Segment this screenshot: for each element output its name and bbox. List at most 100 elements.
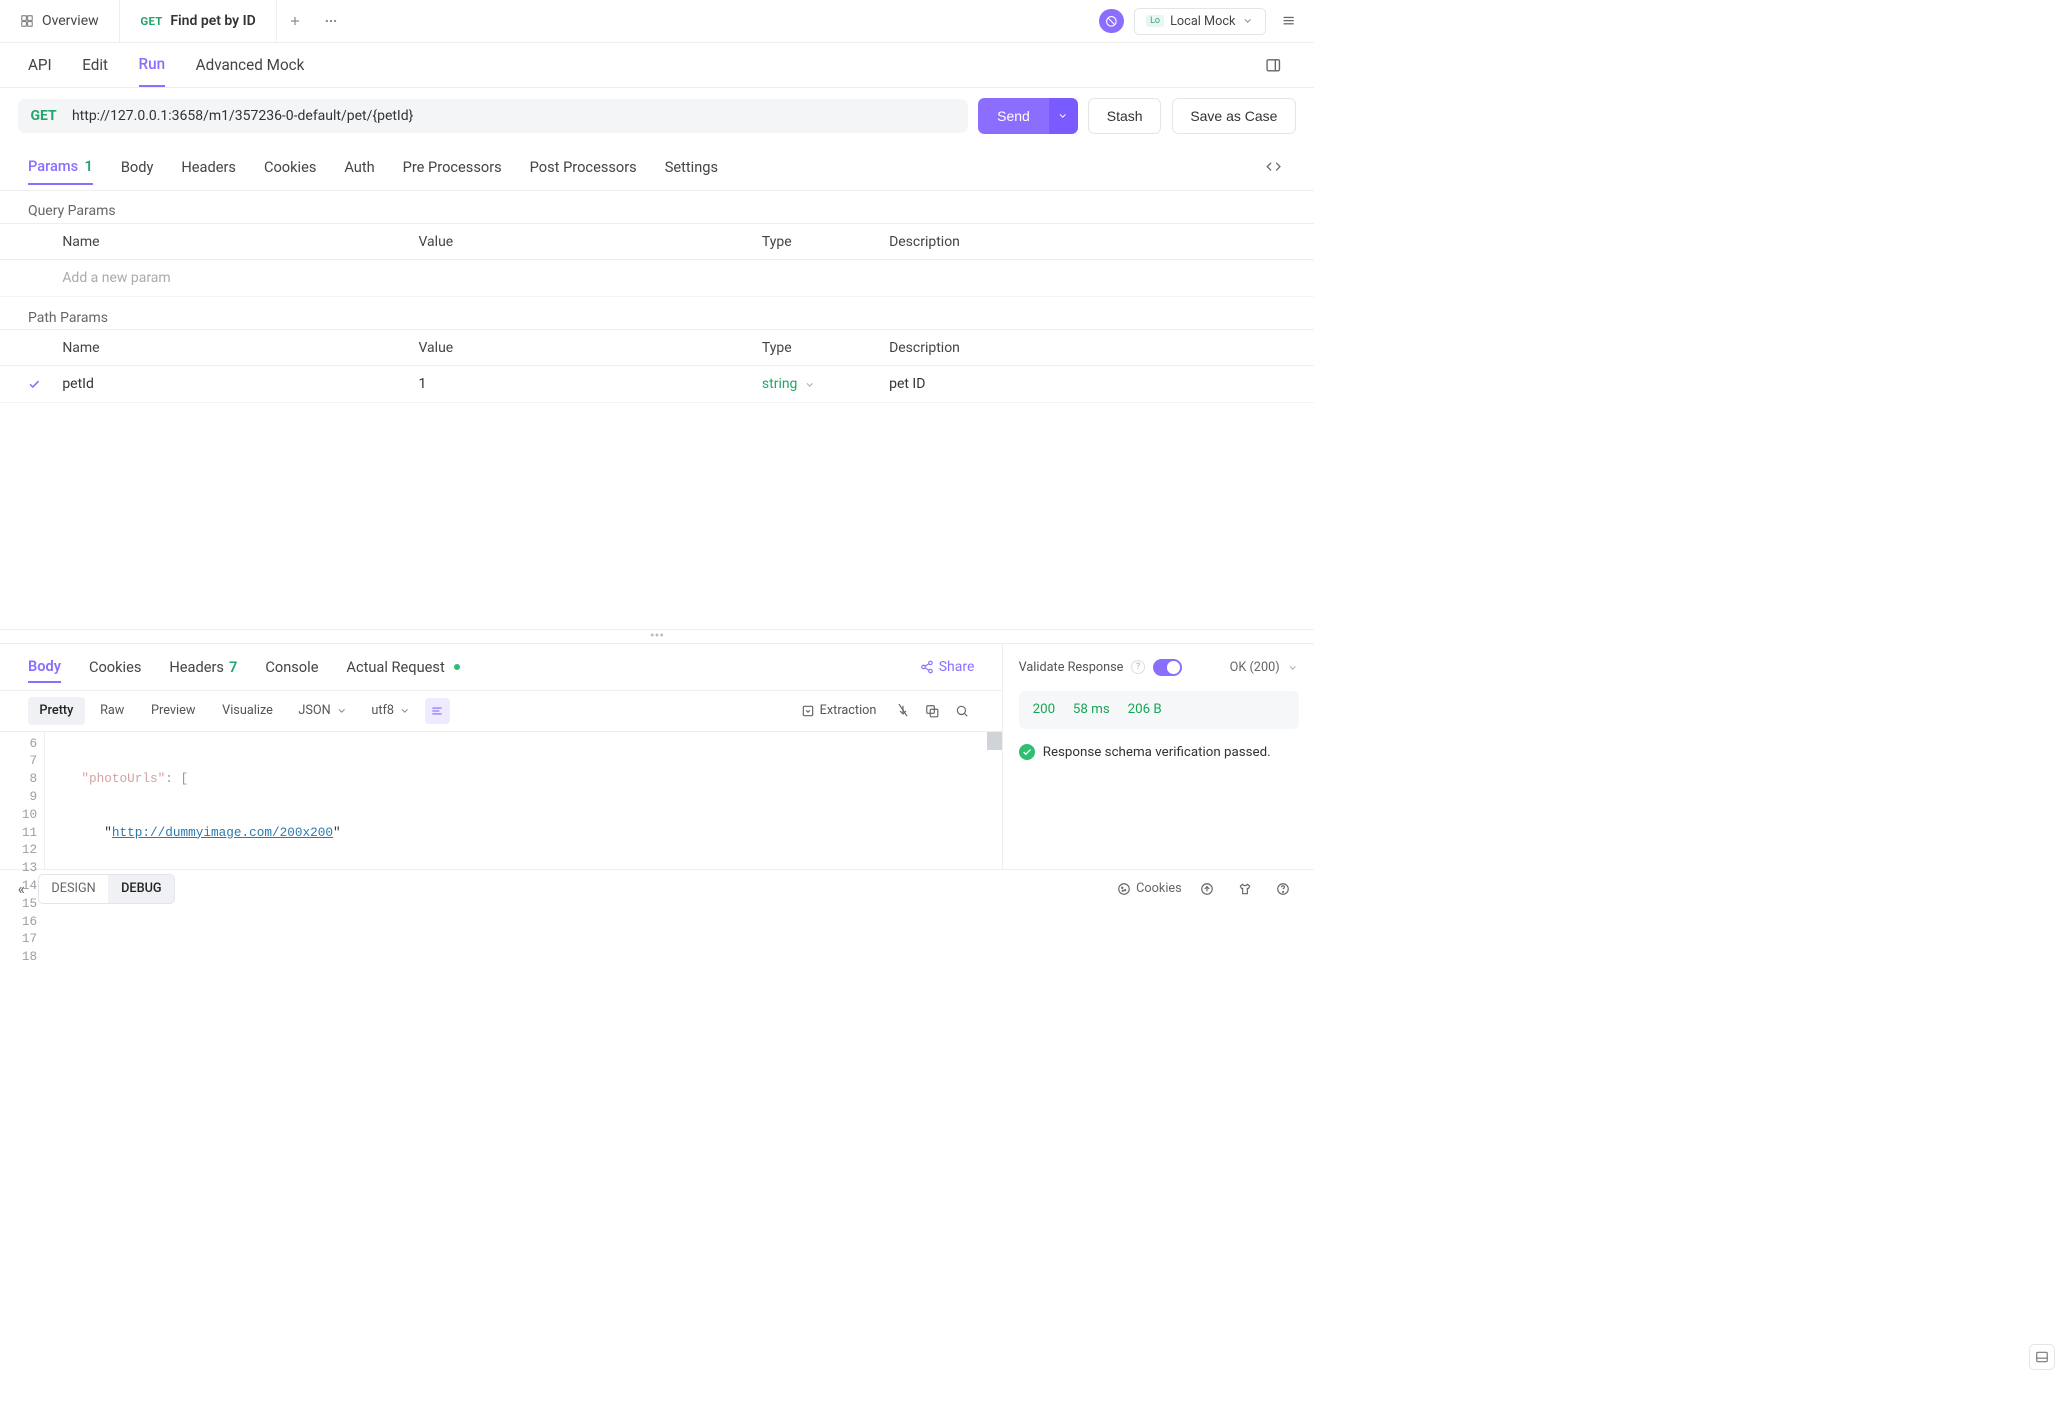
tab-post-processors[interactable]: Post Processors [530,149,637,185]
save-case-button[interactable]: Save as Case [1172,98,1297,134]
footer-help-button[interactable] [1271,876,1296,901]
col-type-header: Type [762,340,889,356]
resp-tab-cookies-label: Cookies [89,658,141,676]
col-type-header: Type [762,234,889,250]
verification-message: Response schema verification passed. [1019,744,1299,761]
validate-toggle[interactable] [1153,659,1182,676]
tab-auth[interactable]: Auth [344,149,374,185]
param-name[interactable]: petId [62,376,418,392]
param-enabled-check[interactable] [28,378,62,391]
view-raw-label: Raw [100,703,124,718]
tab-params-count: 1 [84,157,92,175]
search-button[interactable] [949,698,974,723]
resp-tab-body[interactable]: Body [28,650,61,683]
path-params-table: Name Value Type Description petId 1 stri… [0,329,1314,403]
nav-edit[interactable]: Edit [82,43,108,87]
tab-pre-processors[interactable]: Pre Processors [403,149,502,185]
overview-icon [20,14,34,28]
tab-params[interactable]: Params 1 [28,149,93,185]
chevron-down-icon [804,379,815,390]
format-select[interactable]: JSON [288,697,357,725]
url-input[interactable]: GET http://127.0.0.1:3658/m1/357236-0-de… [18,99,968,133]
footer-shirt-button[interactable] [1233,876,1258,901]
send-dropdown[interactable] [1049,98,1078,134]
format-label: JSON [298,703,330,718]
tab-more-button[interactable] [313,0,349,42]
tab-settings[interactable]: Settings [665,149,718,185]
resp-size: 206 B [1128,702,1162,717]
c-key: photoUrls [89,771,158,786]
code-view-button[interactable] [1261,154,1286,179]
resp-tab-actual-label: Actual Request [346,658,444,676]
code-content: "photoUrls": [ "http://dummyimage.com/20… [45,732,1003,869]
tab-settings-label: Settings [665,158,718,176]
mode-debug[interactable]: DEBUG [108,875,174,903]
view-preview-label: Preview [151,703,195,718]
tab-current[interactable]: GET Find pet by ID [120,0,277,42]
resp-tab-headers[interactable]: Headers 7 [169,650,237,683]
validate-ok: OK (200) [1230,660,1280,675]
encoding-select[interactable]: utf8 [361,697,421,725]
copy-icon [925,704,939,718]
resp-headers-count: 7 [229,658,237,676]
extraction-button[interactable]: Extraction [790,697,886,725]
resp-time: 58 ms [1073,702,1110,717]
chevron-down-icon [1057,110,1068,121]
view-visualize[interactable]: Visualize [211,697,285,725]
view-preview[interactable]: Preview [140,697,207,725]
tab-add-button[interactable] [277,0,313,42]
share-icon [920,660,934,674]
nav-run[interactable]: Run [139,43,166,87]
send-button[interactable]: Send [978,98,1048,134]
footer-cookies[interactable]: Cookies [1117,881,1182,896]
environment-select[interactable]: Lo Local Mock [1134,8,1266,35]
search-icon [955,704,969,718]
response-body-editor[interactable]: 6789101112131415161718 "photoUrls": [ "h… [0,732,1002,869]
view-pretty-label: Pretty [39,703,73,718]
col-name-header: Name [62,234,418,250]
copy-button[interactable] [920,698,945,723]
view-pretty[interactable]: Pretty [28,697,85,725]
scrollbar-thumb[interactable] [987,732,1002,750]
mode-design[interactable]: DESIGN [39,875,109,903]
stash-button[interactable]: Stash [1088,98,1161,134]
split-handle[interactable]: ••• [0,629,1314,643]
nav-adv-mock[interactable]: Advanced Mock [196,43,305,87]
tab-cookies-label: Cookies [264,158,316,176]
add-param-row[interactable]: Add a new param [0,260,1314,297]
resp-tab-body-label: Body [28,657,61,675]
resp-tab-actual[interactable]: Actual Request [346,650,460,683]
tab-pre-label: Pre Processors [403,158,502,176]
tab-cookies[interactable]: Cookies [264,149,316,185]
tab-headers[interactable]: Headers [181,149,236,185]
avatar[interactable] [1099,9,1123,33]
resp-tab-cookies[interactable]: Cookies [89,650,141,683]
nav-run-label: Run [139,55,166,73]
send-label: Send [997,108,1030,124]
view-raw[interactable]: Raw [89,697,136,725]
footer-upload-button[interactable] [1194,876,1219,901]
param-value[interactable]: 1 [418,376,761,392]
path-param-row[interactable]: petId 1 string pet ID [0,366,1314,403]
wrap-icon [430,704,444,718]
extraction-icon [801,704,815,718]
hamburger-icon [1281,13,1296,28]
param-type-select[interactable]: string [762,376,889,392]
download-icon [896,704,910,718]
layout-icon [2035,1350,2049,1364]
layout-toggle-button[interactable] [2029,1344,2054,1369]
wrap-toggle[interactable] [425,698,450,723]
tab-body[interactable]: Body [121,149,154,185]
resp-tab-console[interactable]: Console [265,650,318,683]
panel-icon [1265,57,1282,74]
tab-title: Find pet by ID [170,13,255,29]
menu-button[interactable] [1276,8,1301,33]
help-icon[interactable]: ? [1131,660,1145,674]
panel-toggle-button[interactable] [1261,52,1286,77]
share-button[interactable]: Share [920,659,975,675]
footer-cookies-label: Cookies [1136,881,1182,896]
download-button[interactable] [890,698,915,723]
param-desc[interactable]: pet ID [889,376,1286,392]
tab-overview[interactable]: Overview [0,0,120,42]
nav-api[interactable]: API [28,43,52,87]
